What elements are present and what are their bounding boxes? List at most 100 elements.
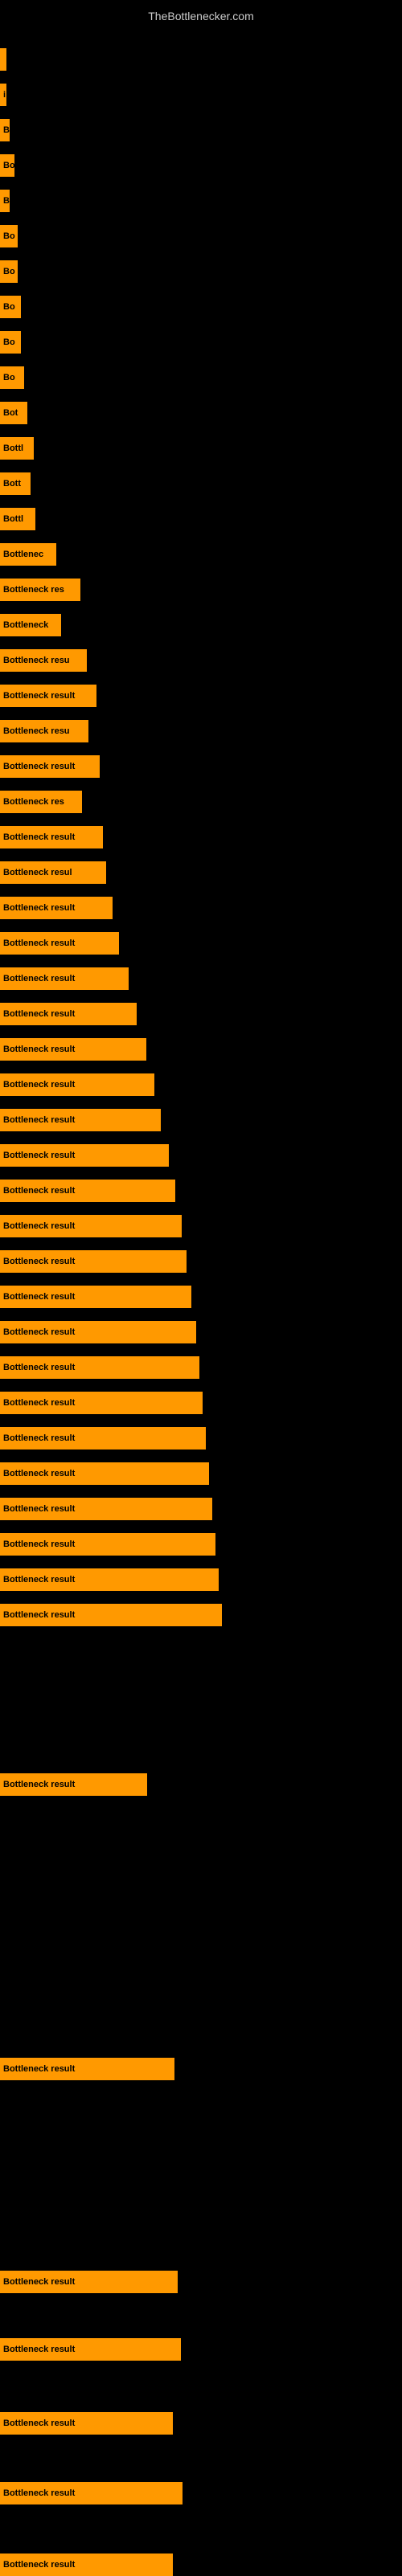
bar-row: Bottleneck result bbox=[0, 1427, 402, 1450]
bar-row: Bo bbox=[0, 154, 402, 177]
bar-label: Bottleneck result bbox=[0, 826, 103, 848]
bar-row: Bottl bbox=[0, 437, 402, 460]
bar-label: Bottleneck result bbox=[0, 1215, 182, 1237]
bar-label: Bottlenec bbox=[0, 543, 56, 566]
bar-label: Bottl bbox=[0, 437, 34, 460]
bar-label: Bottleneck result bbox=[0, 1773, 147, 1796]
bar-label: i bbox=[0, 84, 6, 106]
bar-row: i bbox=[0, 84, 402, 106]
bar-row: Bottleneck result bbox=[0, 1286, 402, 1308]
bar-row: Bottleneck res bbox=[0, 791, 402, 813]
bar-label: Bottleneck result bbox=[0, 1250, 187, 1273]
bar-label: Bottl bbox=[0, 508, 35, 530]
bar-label: Bottleneck resu bbox=[0, 720, 88, 742]
bar-label: Bottleneck result bbox=[0, 2338, 181, 2361]
bar-row: Bottleneck result bbox=[0, 755, 402, 778]
bar-label: Bottleneck result bbox=[0, 1321, 196, 1343]
bar-label: Bo bbox=[0, 154, 14, 177]
bar-label: Bottleneck result bbox=[0, 1109, 161, 1131]
bar-row: Bottleneck result bbox=[0, 1498, 402, 1520]
bar-row: Bottleneck result bbox=[0, 2482, 402, 2504]
bar-label: Bottleneck result bbox=[0, 1003, 137, 1025]
bar-label: Bo bbox=[0, 331, 21, 354]
bar-label: Bottleneck resu bbox=[0, 649, 87, 672]
bar-label: Bottleneck result bbox=[0, 1038, 146, 1061]
bar-row: Bottleneck result bbox=[0, 1533, 402, 1556]
bar-row: Bottleneck result bbox=[0, 967, 402, 990]
bar-row: Bottleneck result bbox=[0, 2271, 402, 2293]
bar-row: Bottleneck result bbox=[0, 826, 402, 848]
bar-row: Bo bbox=[0, 296, 402, 318]
bar-label: Bo bbox=[0, 225, 18, 247]
bar-row: Bottleneck result bbox=[0, 1462, 402, 1485]
bar-row: B bbox=[0, 119, 402, 141]
bar-row: Bottleneck result bbox=[0, 1109, 402, 1131]
bar-label: Bottleneck result bbox=[0, 2271, 178, 2293]
bar-row: Bo bbox=[0, 331, 402, 354]
bar-label: Bottleneck result bbox=[0, 2412, 173, 2435]
bar-row: Bottleneck result bbox=[0, 897, 402, 919]
bar-row: Bottleneck result bbox=[0, 1356, 402, 1379]
bar-row: Bot bbox=[0, 402, 402, 424]
bar-row: Bottl bbox=[0, 508, 402, 530]
bar-row: Bottleneck result bbox=[0, 685, 402, 707]
bar-label bbox=[0, 48, 6, 71]
bar-label: Bottleneck result bbox=[0, 1392, 203, 1414]
bar-label: Bottleneck result bbox=[0, 897, 113, 919]
bar-label: Bottleneck result bbox=[0, 967, 129, 990]
bar-row: Bottleneck result bbox=[0, 1180, 402, 1202]
bar-label: Bottleneck result bbox=[0, 685, 96, 707]
bar-row: Bottleneck result bbox=[0, 2338, 402, 2361]
bar-row: Bottleneck resu bbox=[0, 720, 402, 742]
bar-label: Bottleneck result bbox=[0, 1144, 169, 1167]
bar-row bbox=[0, 48, 402, 71]
bar-row: Bottleneck result bbox=[0, 2058, 402, 2080]
bar-row: Bottleneck bbox=[0, 614, 402, 636]
bar-label: Bottleneck result bbox=[0, 1180, 175, 1202]
bar-label: Bottleneck res bbox=[0, 791, 82, 813]
bar-row: Bottleneck resu bbox=[0, 649, 402, 672]
bar-row: Bottleneck result bbox=[0, 1604, 402, 1626]
bar-label: Bo bbox=[0, 296, 21, 318]
bar-label: Bottleneck bbox=[0, 614, 61, 636]
bar-row: Bottleneck result bbox=[0, 1003, 402, 1025]
bar-label: Bottleneck result bbox=[0, 2482, 183, 2504]
bar-row: B bbox=[0, 190, 402, 212]
bar-row: Bottleneck result bbox=[0, 1773, 402, 1796]
bar-label: Bottleneck result bbox=[0, 1462, 209, 1485]
bar-label: Bo bbox=[0, 260, 18, 283]
bar-row: Bo bbox=[0, 225, 402, 247]
bar-label: Bottleneck resul bbox=[0, 861, 106, 884]
bar-row: Bottleneck result bbox=[0, 2554, 402, 2576]
bar-row: Bo bbox=[0, 366, 402, 389]
bar-row: Bottleneck result bbox=[0, 1250, 402, 1273]
bar-row: Bottleneck res bbox=[0, 579, 402, 601]
bar-row: Bo bbox=[0, 260, 402, 283]
bar-row: Bottleneck result bbox=[0, 2412, 402, 2435]
bar-label: Bottleneck result bbox=[0, 1604, 222, 1626]
bar-label: Bottleneck result bbox=[0, 1073, 154, 1096]
bar-label: Bottleneck result bbox=[0, 2554, 173, 2576]
bar-label: Bottleneck result bbox=[0, 1498, 212, 1520]
bar-row: Bottleneck result bbox=[0, 932, 402, 955]
bar-row: Bottleneck result bbox=[0, 1321, 402, 1343]
bar-label: Bottleneck result bbox=[0, 1286, 191, 1308]
bar-row: Bottleneck result bbox=[0, 1038, 402, 1061]
bar-label: B bbox=[0, 119, 10, 141]
bar-label: Bot bbox=[0, 402, 27, 424]
bar-label: Bottleneck result bbox=[0, 1356, 199, 1379]
bar-label: Bo bbox=[0, 366, 24, 389]
bar-label: Bott bbox=[0, 472, 31, 495]
bar-label: Bottleneck result bbox=[0, 2058, 174, 2080]
bar-label: Bottleneck result bbox=[0, 932, 119, 955]
bar-label: Bottleneck result bbox=[0, 1568, 219, 1591]
bar-row: Bottleneck result bbox=[0, 1215, 402, 1237]
bar-label: Bottleneck result bbox=[0, 1427, 206, 1450]
bar-label: B bbox=[0, 190, 10, 212]
bar-row: Bottleneck result bbox=[0, 1568, 402, 1591]
bar-row: Bottleneck result bbox=[0, 1144, 402, 1167]
bar-row: Bottleneck resul bbox=[0, 861, 402, 884]
bar-row: Bottlenec bbox=[0, 543, 402, 566]
bar-row: Bottleneck result bbox=[0, 1073, 402, 1096]
bar-label: Bottleneck result bbox=[0, 755, 100, 778]
